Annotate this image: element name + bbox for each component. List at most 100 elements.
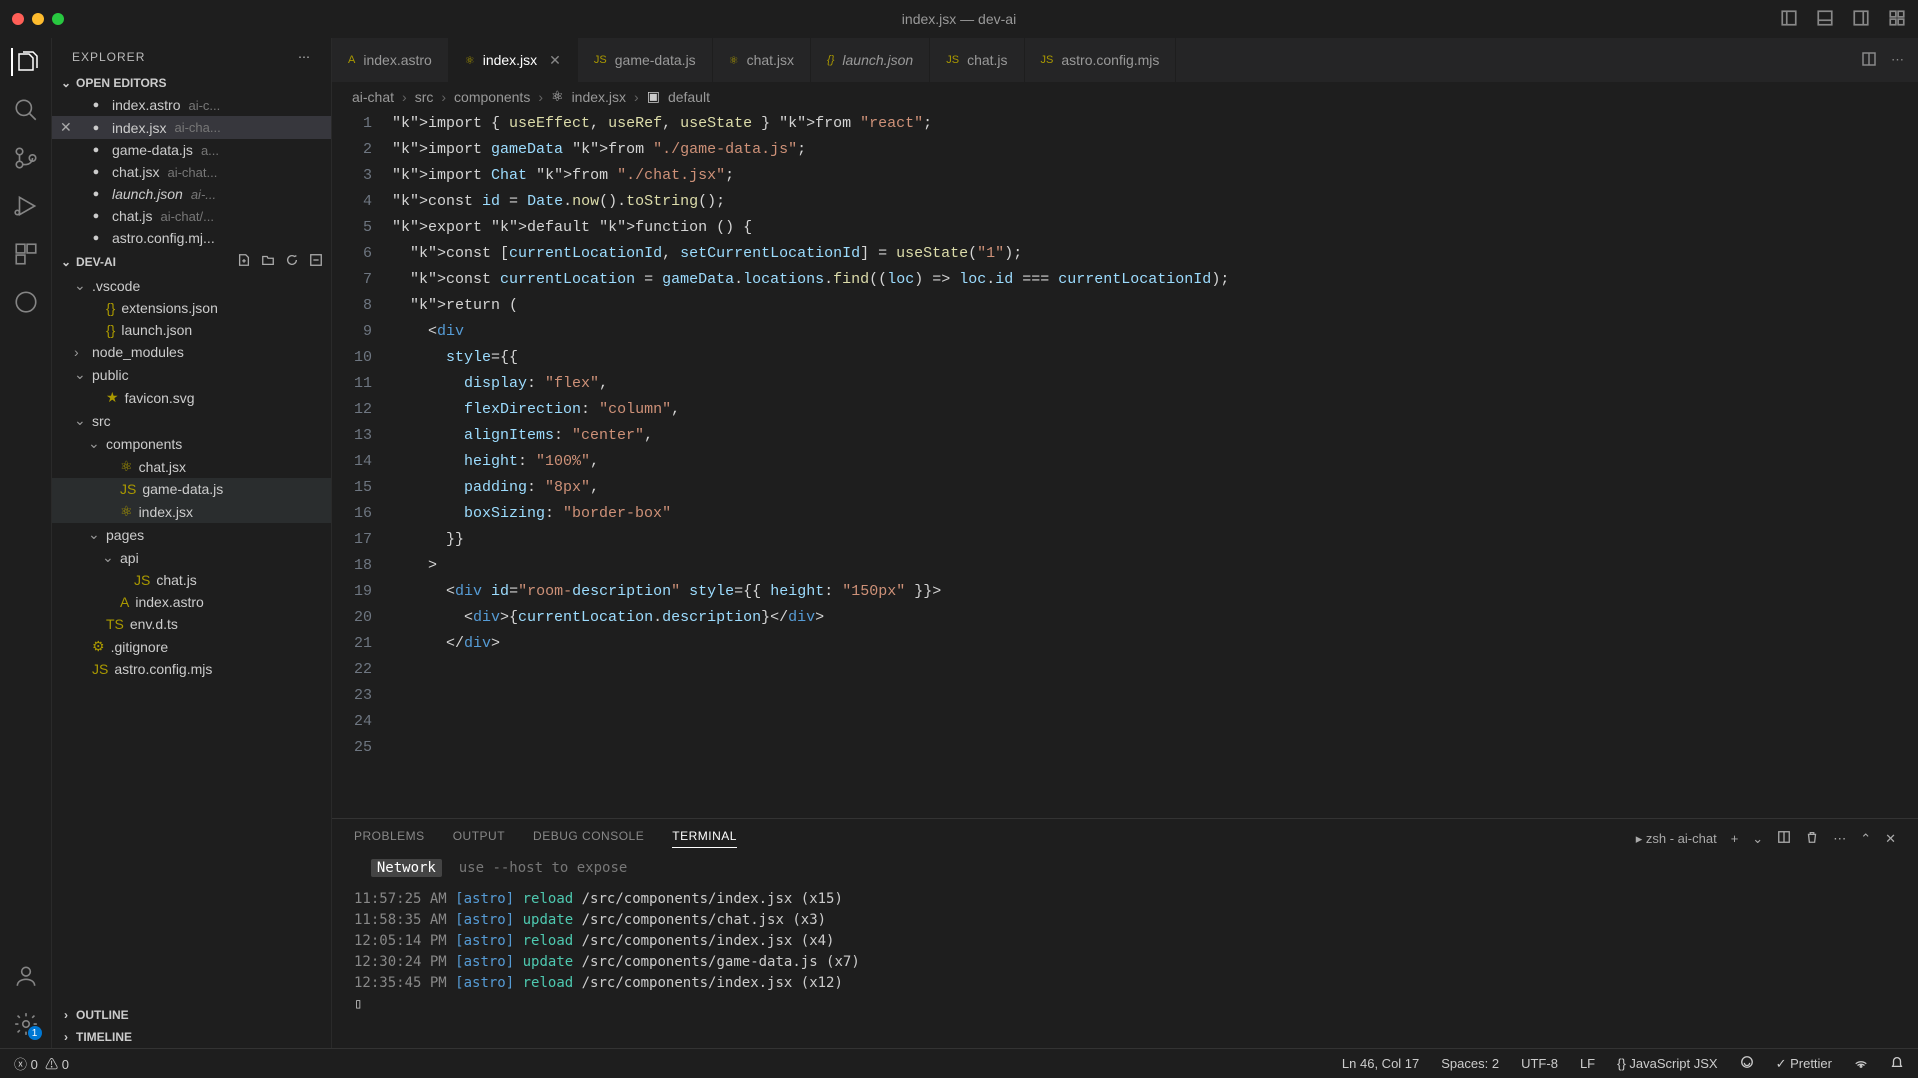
terminal-line: 12:05:14 PM [astro] reload /src/componen… <box>354 931 1896 952</box>
editor-tab[interactable]: JSchat.js <box>930 38 1024 82</box>
editor-tabs: Aindex.astro⚛index.jsx✕JSgame-data.js⚛ch… <box>332 38 1918 82</box>
editor-zone: Aindex.astro⚛index.jsx✕JSgame-data.js⚛ch… <box>332 38 1918 1048</box>
tree-item[interactable]: ★favicon.svg <box>52 386 331 409</box>
open-editor-item[interactable]: ●chat.jsx ai-chat... <box>52 161 331 183</box>
editor-tab[interactable]: Aindex.astro <box>332 38 449 82</box>
editor-tab[interactable]: JSastro.config.mjs <box>1025 38 1177 82</box>
terminal-output[interactable]: Network use --host to expose 11:57:25 AM… <box>332 858 1918 1048</box>
timeline-header[interactable]: ›TIMELINE <box>52 1026 331 1048</box>
breadcrumb[interactable]: ai-chat› src› components› ⚛ index.jsx› ▣… <box>332 82 1918 111</box>
tree-item[interactable]: JSgame-data.js <box>52 478 331 500</box>
terminal-line: 11:58:35 AM [astro] update /src/componen… <box>354 910 1896 931</box>
tab-problems[interactable]: PROBLEMS <box>354 829 425 848</box>
open-editor-item[interactable]: ●index.astro ai-c... <box>52 94 331 116</box>
status-errors[interactable]: ⓧ 0 ⚠ 0 <box>14 1054 69 1073</box>
new-file-icon[interactable] <box>237 253 251 270</box>
titlebar: index.jsx — dev-ai <box>0 0 1918 38</box>
terminal-dropdown-icon[interactable]: ⌄ <box>1752 831 1763 847</box>
status-broadcast-icon[interactable] <box>1854 1055 1868 1072</box>
tree-item[interactable]: {}launch.json <box>52 319 331 341</box>
tree-item[interactable]: ⌄components <box>52 432 331 455</box>
run-debug-icon[interactable] <box>12 192 40 220</box>
status-eol[interactable]: LF <box>1580 1056 1595 1071</box>
toggle-primary-sidebar-icon[interactable] <box>1780 9 1798 30</box>
close-icon[interactable]: ✕ <box>549 52 561 69</box>
status-lang[interactable]: {} JavaScript JSX <box>1617 1056 1717 1071</box>
more-icon[interactable]: ⋯ <box>298 50 311 64</box>
more-terminal-icon[interactable]: ⋯ <box>1833 831 1846 847</box>
layout-controls <box>1780 9 1906 30</box>
terminal-shell[interactable]: ▸ zsh - ai-chat <box>1636 831 1717 847</box>
customize-layout-icon[interactable] <box>1888 9 1906 30</box>
panel-tabs: PROBLEMS OUTPUT DEBUG CONSOLE TERMINAL ▸… <box>332 819 1918 858</box>
search-icon[interactable] <box>12 96 40 124</box>
settings-icon[interactable]: 1 <box>12 1010 40 1038</box>
window-minimize[interactable] <box>32 13 44 25</box>
tree-item[interactable]: ⌄pages <box>52 523 331 546</box>
activity-bar: 1 <box>0 38 52 1048</box>
toggle-secondary-sidebar-icon[interactable] <box>1852 9 1870 30</box>
split-editor-icon[interactable] <box>1861 51 1877 70</box>
code-editor[interactable]: 1234567891011121314151617181920212223242… <box>332 111 1918 818</box>
refresh-icon[interactable] <box>285 253 299 270</box>
open-editor-item[interactable]: ●chat.js ai-chat/... <box>52 205 331 227</box>
tree-item[interactable]: ⚛index.jsx <box>52 500 331 523</box>
tree-item[interactable]: JSastro.config.mjs <box>52 658 331 680</box>
tree-item[interactable]: TSenv.d.ts <box>52 613 331 635</box>
tree-item[interactable]: ⚛chat.jsx <box>52 455 331 478</box>
toggle-panel-icon[interactable] <box>1816 9 1834 30</box>
maximize-panel-icon[interactable]: ⌃ <box>1860 831 1871 847</box>
open-editor-item[interactable]: ●astro.config.mj... <box>52 227 331 249</box>
tree-item[interactable]: JSchat.js <box>52 569 331 591</box>
terminal-line: 12:30:24 PM [astro] update /src/componen… <box>354 952 1896 973</box>
tree-item[interactable]: ⚙.gitignore <box>52 635 331 658</box>
open-editor-item[interactable]: ●launch.json ai-... <box>52 183 331 205</box>
window-controls <box>12 13 64 25</box>
outline-header[interactable]: ›OUTLINE <box>52 1004 331 1026</box>
tree-item[interactable]: Aindex.astro <box>52 591 331 613</box>
tree-item[interactable]: ⌄src <box>52 409 331 432</box>
open-editor-item[interactable]: ●game-data.js a... <box>52 139 331 161</box>
more-actions-icon[interactable]: ⋯ <box>1891 52 1904 68</box>
open-editor-item[interactable]: ✕●index.jsx ai-cha... <box>52 116 331 139</box>
tree-item[interactable]: ⌄.vscode <box>52 274 331 297</box>
window-maximize[interactable] <box>52 13 64 25</box>
status-prettier[interactable]: ✓ Prettier <box>1776 1056 1832 1072</box>
tab-debug-console[interactable]: DEBUG CONSOLE <box>533 829 644 848</box>
statusbar: ⓧ 0 ⚠ 0 Ln 46, Col 17 Spaces: 2 UTF-8 LF… <box>0 1048 1918 1078</box>
terminal-network-line: Network use --host to expose <box>354 858 1896 879</box>
status-cursor[interactable]: Ln 46, Col 17 <box>1342 1056 1419 1071</box>
tab-output[interactable]: OUTPUT <box>453 829 505 848</box>
status-spaces[interactable]: Spaces: 2 <box>1441 1056 1499 1071</box>
new-folder-icon[interactable] <box>261 253 275 270</box>
collapse-icon[interactable] <box>309 253 323 270</box>
split-terminal-icon[interactable] <box>1777 830 1791 847</box>
kill-terminal-icon[interactable] <box>1805 830 1819 847</box>
window-close[interactable] <box>12 13 24 25</box>
new-terminal-icon[interactable]: + <box>1731 831 1739 846</box>
close-icon[interactable]: ✕ <box>60 119 74 136</box>
tab-terminal[interactable]: TERMINAL <box>672 829 737 848</box>
extensions-icon[interactable] <box>12 240 40 268</box>
open-editors-header[interactable]: ⌄OPEN EDITORS <box>52 72 331 94</box>
tree-item[interactable]: {}extensions.json <box>52 297 331 319</box>
project-header[interactable]: ⌄DEV-AI <box>52 249 331 274</box>
source-control-icon[interactable] <box>12 144 40 172</box>
status-encoding[interactable]: UTF-8 <box>1521 1056 1558 1071</box>
editor-tab[interactable]: {}launch.json <box>811 38 930 82</box>
explorer-icon[interactable] <box>11 48 39 76</box>
editor-tab[interactable]: ⚛chat.jsx <box>713 38 811 82</box>
tree-item[interactable]: ⌄api <box>52 546 331 569</box>
tree-item[interactable]: ›node_modules <box>52 341 331 363</box>
remote-icon[interactable] <box>12 288 40 316</box>
editor-tab[interactable]: JSgame-data.js <box>578 38 713 82</box>
status-bell-icon[interactable] <box>1890 1055 1904 1072</box>
status-feedback-icon[interactable] <box>1740 1055 1754 1072</box>
sidebar-title: EXPLORER ⋯ <box>52 38 331 72</box>
tree-item[interactable]: ⌄public <box>52 363 331 386</box>
accounts-icon[interactable] <box>12 962 40 990</box>
editor-tab[interactable]: ⚛index.jsx✕ <box>449 38 578 82</box>
terminal-line: 11:57:25 AM [astro] reload /src/componen… <box>354 889 1896 910</box>
close-panel-icon[interactable]: ✕ <box>1885 831 1896 847</box>
terminal-line: 12:35:45 PM [astro] reload /src/componen… <box>354 973 1896 994</box>
